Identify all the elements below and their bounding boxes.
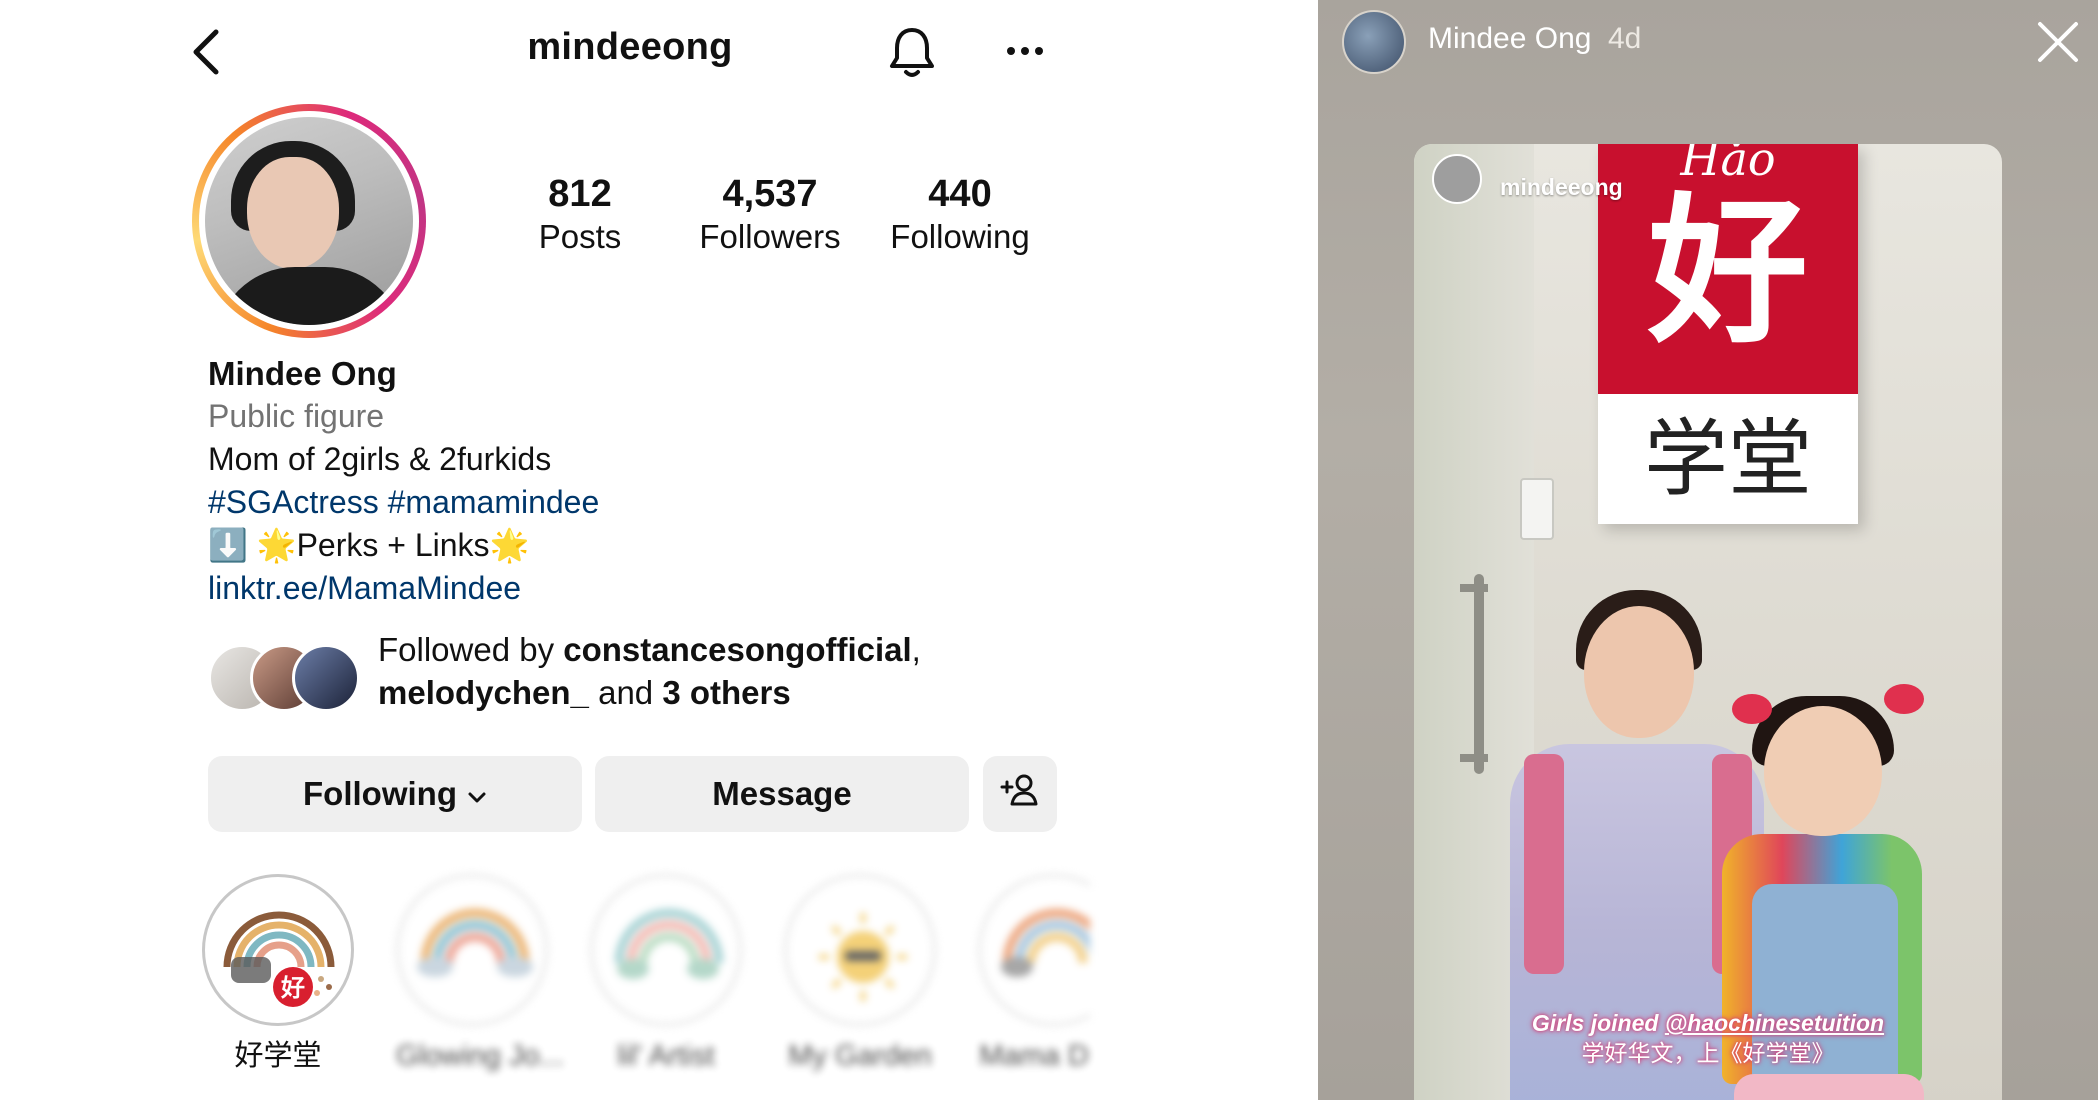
sign-main-character: 好 — [1647, 182, 1808, 361]
story-viewer: Mindee Ong 4d Hǎo 好 学堂 mindeeong Girls j… — [1318, 0, 2098, 1100]
highlight-item[interactable]: Glowing Jo... — [396, 874, 564, 1074]
highlight-label: lil' Artist — [617, 1040, 715, 1072]
stat-posts[interactable]: 812 Posts — [530, 172, 630, 258]
profile-username-title: mindeeong — [527, 26, 733, 68]
add-user-button[interactable] — [983, 756, 1057, 832]
highlight-label: Mama D — [979, 1040, 1089, 1072]
sign-romanization: Hǎo — [1680, 144, 1776, 186]
story-caption: Girls joined @haochinesetuition 学好华文，上《好… — [1414, 1008, 2002, 1068]
highlight-item[interactable]: 好 好学堂 — [202, 874, 354, 1074]
story-username[interactable]: Mindee Ong — [1428, 22, 1591, 56]
bio-hashtags[interactable]: #SGActress #mamamindee — [208, 481, 1008, 524]
following-button-label: Following — [303, 775, 457, 812]
shared-post-avatar — [1432, 154, 1482, 204]
stat-followers-count: 4,537 — [722, 173, 818, 215]
intercom-panel — [1520, 478, 1554, 540]
svg-text:好: 好 — [280, 974, 305, 1002]
mutual-followers-avatars — [208, 644, 360, 712]
followed-by-section[interactable]: Followed by constancesongofficial, melod… — [208, 628, 1068, 718]
rainbow-icon — [614, 908, 724, 979]
stat-following[interactable]: 440 Following — [882, 172, 1038, 258]
bio-perks-line: ⬇️ 🌟Perks + Links🌟 — [208, 527, 530, 563]
stat-posts-label: Posts — [538, 218, 622, 255]
message-button[interactable]: Message — [595, 756, 969, 832]
school-sign: Hǎo 好 学堂 — [1598, 144, 1858, 524]
bio-external-link[interactable]: linktr.ee/MamaMindee — [208, 567, 1008, 610]
add-user-icon — [1000, 772, 1040, 816]
profile-display-name: Mindee Ong — [208, 355, 397, 392]
more-options-icon[interactable] — [1004, 36, 1046, 66]
bio-line: Mom of 2girls & 2furkids — [208, 441, 552, 477]
stat-following-label: Following — [890, 218, 1030, 255]
profile-avatar[interactable] — [192, 104, 426, 338]
highlight-label: My Garden — [788, 1040, 932, 1072]
notification-bell-icon[interactable] — [884, 24, 940, 80]
story-media[interactable]: Hǎo 好 学堂 mindeeong Girls joined @haochin… — [1414, 144, 2002, 1100]
rainbow-icon — [1001, 908, 1090, 977]
highlight-label: Glowing Jo... — [396, 1040, 564, 1072]
mutual-user-1[interactable]: constancesongofficial — [563, 631, 911, 668]
caption-mention[interactable]: @haochinesetuition — [1665, 1010, 1884, 1036]
story-user-avatar[interactable] — [1342, 10, 1406, 74]
following-button[interactable]: Following — [208, 756, 582, 832]
profile-panel: mindeeong 812 Posts 4,537 Followers 440 … — [0, 0, 1318, 1100]
story-timestamp: 4d — [1608, 22, 1642, 55]
back-arrow-icon[interactable] — [186, 28, 226, 76]
caption-chinese: 学好华文，上《好学堂》 — [1581, 1040, 1835, 1066]
highlight-item[interactable]: Mama D — [978, 874, 1090, 1074]
sun-icon — [819, 913, 907, 1001]
followed-by-text: Followed by constancesongofficial, melod… — [378, 631, 921, 711]
mutual-others[interactable]: 3 others — [662, 674, 790, 711]
rainbow-icon: 好 — [223, 911, 335, 1007]
highlight-item[interactable]: My Garden — [784, 874, 936, 1074]
sign-subtitle: 学堂 — [1643, 412, 1812, 506]
message-button-label: Message — [712, 775, 852, 812]
stat-posts-count: 812 — [548, 173, 612, 215]
close-icon[interactable] — [2034, 18, 2082, 66]
stat-followers-label: Followers — [699, 218, 841, 255]
highlight-label: 好学堂 — [234, 1040, 322, 1072]
avatar — [292, 644, 360, 712]
mutual-user-2[interactable]: melodychen_ — [378, 674, 589, 711]
profile-bio: Mindee Ong Public figure Mom of 2girls &… — [208, 352, 1008, 610]
stat-followers[interactable]: 4,537 Followers — [690, 172, 850, 258]
highlight-item[interactable]: lil' Artist — [590, 874, 742, 1074]
profile-category: Public figure — [208, 398, 385, 434]
chevron-down-icon — [467, 775, 487, 813]
stat-following-count: 440 — [928, 173, 992, 215]
shared-post-username: mindeeong — [1500, 174, 1623, 200]
rainbow-icon — [417, 908, 533, 977]
